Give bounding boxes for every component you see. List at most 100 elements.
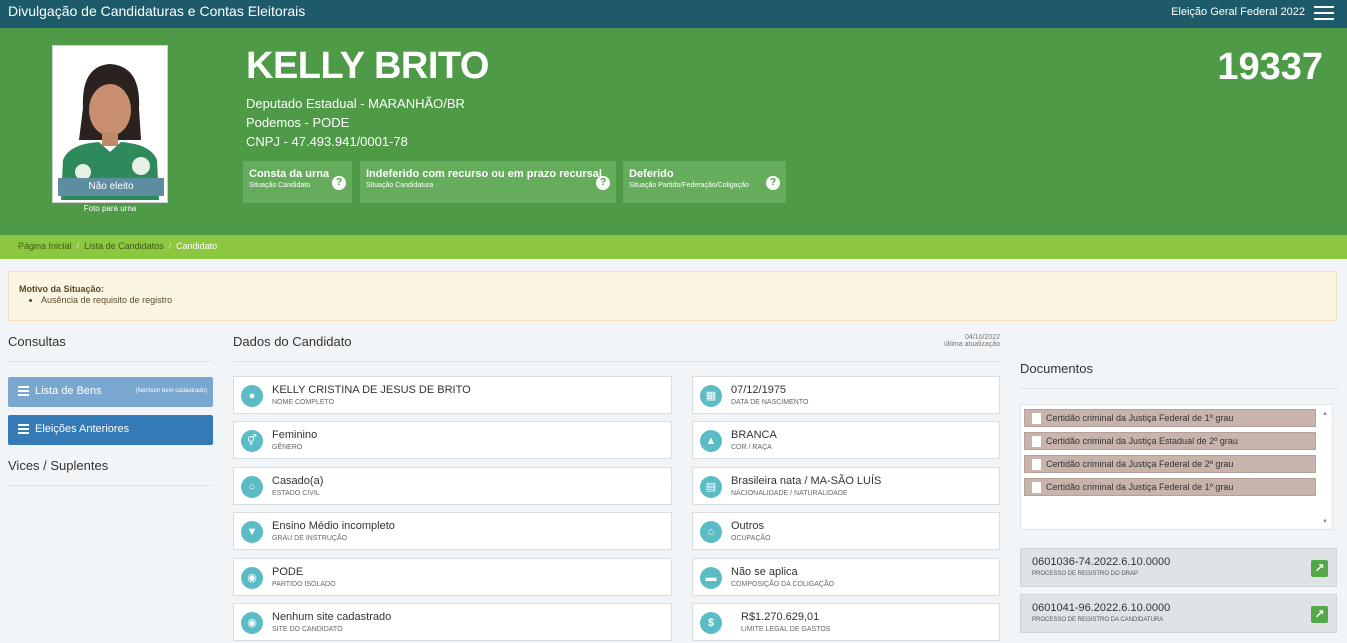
field-value: BRANCA bbox=[731, 429, 777, 441]
field-value: Não se aplica bbox=[731, 566, 798, 578]
field-value: R$1.270.629,01 bbox=[741, 611, 820, 623]
field-label: SITE DO CANDIDATO bbox=[272, 626, 343, 633]
file-icon bbox=[1032, 413, 1041, 424]
divider bbox=[8, 485, 213, 486]
divider bbox=[8, 361, 213, 362]
vices-suplentes-title[interactable]: Vices / Suplentes bbox=[8, 458, 108, 473]
app-title[interactable]: Divulgação de Candidaturas e Contas Elei… bbox=[8, 3, 305, 19]
field-value: Brasileira nata / MA-SÃO LUÍS bbox=[731, 475, 882, 487]
election-name: Eleição Geral Federal 2022 bbox=[1171, 6, 1305, 18]
field-estado-civil: ○ Casado(a) ESTADO CIVIL bbox=[233, 467, 672, 505]
documents-list[interactable]: Certidão criminal da Justiça Federal de … bbox=[1020, 404, 1333, 530]
button-label: Lista de Bens bbox=[35, 385, 102, 397]
chip-situacao-candidatura: Indeferido com recurso ou em prazo recur… bbox=[360, 161, 616, 203]
external-link-icon[interactable]: ↗ bbox=[1311, 560, 1328, 577]
field-label: NACIONALIDADE / NATURALIDADE bbox=[731, 490, 848, 497]
candidate-number: 19337 bbox=[1217, 46, 1323, 88]
divider bbox=[1020, 388, 1337, 389]
situation-reason-alert: Motivo da Situação: Ausência de requisit… bbox=[8, 271, 1337, 321]
dados-candidato-title: Dados do Candidato bbox=[233, 334, 352, 349]
help-icon[interactable]: ? bbox=[596, 176, 610, 190]
documentos-title: Documentos bbox=[1020, 361, 1093, 376]
candidate-info: Deputado Estadual - MARANHÃO/BR Podemos … bbox=[246, 94, 465, 151]
file-icon bbox=[1032, 482, 1041, 493]
chip-label: Deferido bbox=[629, 168, 674, 180]
user-icon: ● bbox=[241, 385, 263, 407]
breadcrumb-current: Candidato bbox=[176, 241, 218, 251]
field-value: PODE bbox=[272, 566, 304, 578]
shirt-icon: ▲ bbox=[700, 430, 722, 452]
top-bar: Divulgação de Candidaturas e Contas Elei… bbox=[0, 0, 1347, 28]
help-icon[interactable]: ? bbox=[766, 176, 780, 190]
candidate-name: KELLY BRITO bbox=[246, 45, 489, 87]
last-update: 04/10/2022 última atualização bbox=[930, 334, 1000, 348]
candidate-cnpj: CNPJ - 47.493.941/0001-78 bbox=[246, 134, 408, 149]
map-icon: ▤ bbox=[700, 476, 722, 498]
breadcrumb-list-link[interactable]: Lista de Candidatos bbox=[84, 241, 164, 251]
processo-number: 0601041-96.2022.6.10.0000 bbox=[1032, 602, 1171, 614]
field-value: Ensino Médio incompleto bbox=[272, 520, 395, 532]
field-nome-completo: ● KELLY CRISTINA DE JESUS DE BRITO NOME … bbox=[233, 376, 672, 414]
candidate-party: Podemos - PODE bbox=[246, 115, 350, 130]
field-label: GÊNERO bbox=[272, 444, 303, 451]
photo-status-label: Não eleito bbox=[58, 178, 164, 196]
field-grau-instrucao: ▼ Ensino Médio incompleto GRAU DE INSTRU… bbox=[233, 512, 672, 550]
lista-de-bens-button[interactable]: Lista de Bens (Nenhum bem cadastrado) bbox=[8, 377, 213, 407]
people-icon: ◉ bbox=[241, 567, 263, 589]
field-value: Casado(a) bbox=[272, 475, 324, 487]
document-item[interactable]: Certidão criminal da Justiça Federal de … bbox=[1024, 478, 1316, 496]
field-value: KELLY CRISTINA DE JESUS DE BRITO bbox=[272, 384, 471, 396]
document-item[interactable]: Certidão criminal da Justiça Federal de … bbox=[1024, 455, 1316, 473]
file-icon bbox=[1032, 436, 1041, 447]
list-icon bbox=[18, 424, 29, 434]
breadcrumb-home-link[interactable]: Página Inicial bbox=[18, 241, 72, 251]
ring-icon: ○ bbox=[241, 476, 263, 498]
processo-label: PROCESSO DE REGISTRO DO DRAP bbox=[1032, 571, 1139, 577]
last-update-date: 04/10/2022 bbox=[964, 334, 1000, 341]
external-link-icon[interactable]: ↗ bbox=[1311, 606, 1328, 623]
field-label: COR / RAÇA bbox=[731, 444, 772, 451]
scroll-up-icon[interactable]: ▲ bbox=[1322, 411, 1328, 417]
last-update-label: última atualização bbox=[943, 341, 1000, 348]
field-site: ◉ Nenhum site cadastrado SITE DO CANDIDA… bbox=[233, 603, 672, 641]
field-coligacao: ▬ Não se aplica COMPOSIÇÃO DA COLIGAÇÃO bbox=[692, 558, 1000, 596]
button-note: (Nenhum bem cadastrado) bbox=[135, 388, 207, 394]
field-nacionalidade: ▤ Brasileira nata / MA-SÃO LUÍS NACIONAL… bbox=[692, 467, 1000, 505]
field-label: DATA DE NASCIMENTO bbox=[731, 399, 809, 406]
hamburger-menu-icon[interactable] bbox=[1314, 6, 1334, 20]
scroll-down-icon[interactable]: ▼ bbox=[1322, 519, 1328, 525]
candidate-office: Deputado Estadual - MARANHÃO/BR bbox=[246, 96, 465, 111]
field-value: Nenhum site cadastrado bbox=[272, 611, 392, 623]
photo-caption: Foto para urna bbox=[83, 204, 137, 213]
chip-sub: Situação Candidatura bbox=[366, 182, 434, 189]
field-value: Outros bbox=[731, 520, 765, 532]
eleicoes-anteriores-button[interactable]: Eleições Anteriores bbox=[8, 415, 213, 445]
button-label: Eleições Anteriores bbox=[35, 423, 130, 435]
chip-label: Indeferido com recurso ou em prazo recur… bbox=[366, 168, 602, 180]
document-title: Certidão criminal da Justiça Federal de … bbox=[1046, 482, 1234, 492]
gender-icon: ⚥ bbox=[241, 430, 263, 452]
breadcrumb: Página Inicial / Lista de Candidatos / Candi… bbox=[0, 235, 1347, 259]
alert-item: Ausência de requisito de registro bbox=[41, 295, 1326, 305]
institution-icon: ⌂ bbox=[700, 521, 722, 543]
globe-icon: ◉ bbox=[241, 612, 263, 634]
field-label: PARTIDO ISOLADO bbox=[272, 581, 336, 588]
list-icon bbox=[18, 386, 29, 396]
processo-drap: 0601036-74.2022.6.10.0000 PROCESSO DE RE… bbox=[1020, 548, 1337, 587]
document-item[interactable]: Certidão criminal da Justiça Federal de … bbox=[1024, 409, 1316, 427]
chip-label: Consta da urna bbox=[249, 168, 330, 180]
field-value: Feminino bbox=[272, 429, 318, 441]
dollar-icon: $ bbox=[700, 612, 722, 634]
document-item[interactable]: Certidão criminal da Justiça Estadual de… bbox=[1024, 432, 1316, 450]
help-icon[interactable]: ? bbox=[332, 176, 346, 190]
divider bbox=[233, 361, 1000, 362]
chip-situacao-partido: Deferido Situação Partido/Federação/Coli… bbox=[623, 161, 786, 203]
consultas-title: Consultas bbox=[8, 334, 66, 349]
field-label: OCUPAÇÃO bbox=[731, 535, 771, 542]
candidate-photo: Não eleito bbox=[53, 46, 167, 202]
field-data-nascimento: ▦ 07/12/1975 DATA DE NASCIMENTO bbox=[692, 376, 1000, 414]
document-title: Certidão criminal da Justiça Federal de … bbox=[1046, 459, 1234, 469]
chip-sub: Situação Partido/Federação/Coligação bbox=[629, 182, 749, 189]
field-label: COMPOSIÇÃO DA COLIGAÇÃO bbox=[731, 581, 835, 588]
field-label: GRAU DE INSTRUÇÃO bbox=[272, 535, 348, 542]
